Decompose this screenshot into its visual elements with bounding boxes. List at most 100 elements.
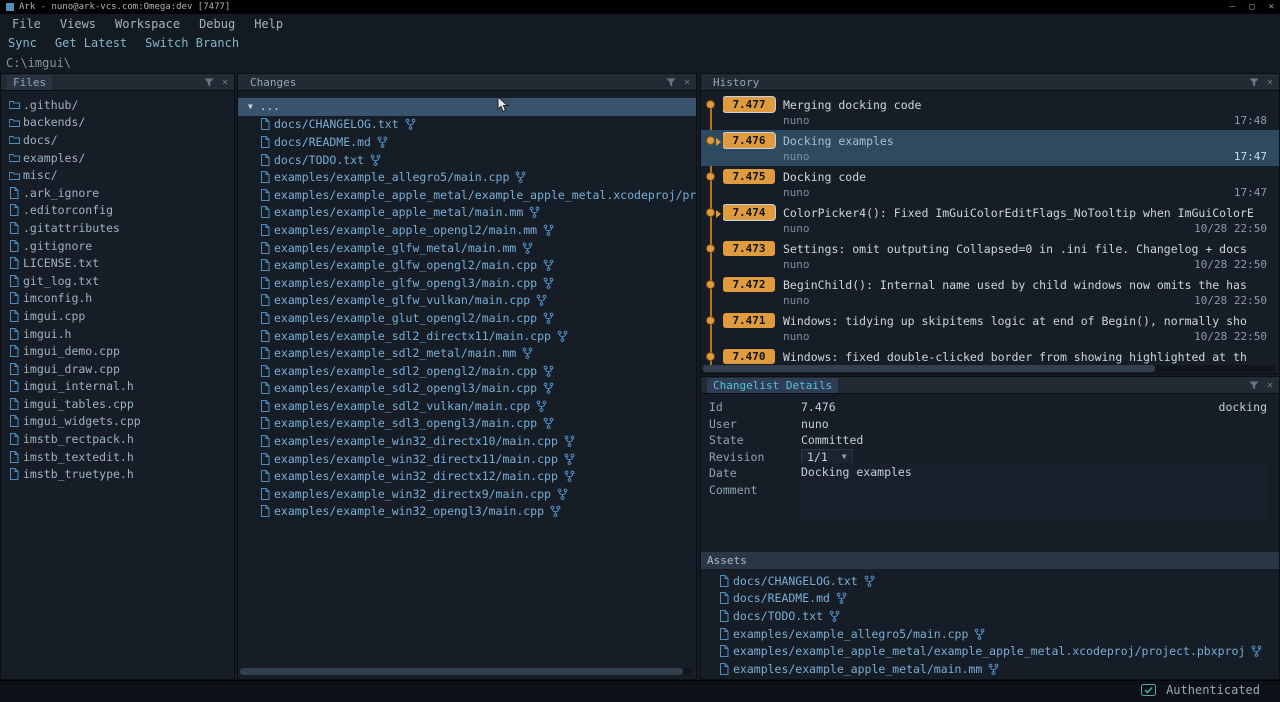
history-entry[interactable]: 7.476Docking examplesnuno17:47 [701, 130, 1279, 166]
menu-debug[interactable]: Debug [199, 17, 235, 31]
files-panel-close-icon[interactable]: ✕ [222, 77, 228, 88]
toolbar-button-get-latest[interactable]: Get Latest [55, 36, 127, 50]
file-tree-item[interactable]: git_log.txt [1, 272, 234, 290]
file-tree-item[interactable]: docs/ [1, 131, 234, 149]
changed-file-row[interactable]: examples/example_glut_opengl2/main.cpp [238, 309, 696, 327]
changed-file-row[interactable]: examples/example_apple_metal/example_app… [238, 186, 696, 204]
close-button[interactable]: ✕ [1269, 2, 1274, 12]
revision-badge[interactable]: 7.471 [723, 313, 775, 328]
comment-field[interactable]: Docking examples [801, 463, 1267, 521]
file-name: backends/ [23, 115, 85, 129]
changes-root-row[interactable]: ▼... [238, 98, 696, 116]
file-tree-item[interactable]: imgui_draw.cpp [1, 360, 234, 378]
changed-file-row[interactable]: examples/example_glfw_opengl2/main.cpp [238, 256, 696, 274]
file-tree-item[interactable]: imgui.cpp [1, 307, 234, 325]
changed-file-row[interactable]: examples/example_win32_directx11/main.cp… [238, 450, 696, 468]
file-tree-item[interactable]: .github/ [1, 96, 234, 114]
menu-file[interactable]: File [12, 17, 41, 31]
file-tree-item[interactable]: imgui_widgets.cpp [1, 413, 234, 431]
changes-panel-close-icon[interactable]: ✕ [684, 77, 690, 88]
revision-badge[interactable]: 7.475 [723, 169, 775, 184]
asset-row[interactable]: docs/README.md [701, 590, 1279, 608]
changed-file-row[interactable]: docs/README.md [238, 133, 696, 151]
file-tree-item[interactable]: examples/ [1, 149, 234, 167]
changed-file-row[interactable]: examples/example_sdl2_directx11/main.cpp [238, 327, 696, 345]
files-filter-icon[interactable] [204, 78, 214, 87]
details-filter-icon[interactable] [1249, 381, 1259, 390]
history-entry[interactable]: 7.475Docking codenuno17:47 [701, 166, 1279, 202]
file-icon [9, 415, 23, 427]
menu-views[interactable]: Views [60, 17, 96, 31]
changes-horizontal-scrollbar[interactable] [240, 668, 692, 675]
changed-file-row[interactable]: examples/example_apple_opengl2/main.mm [238, 221, 696, 239]
minimize-button[interactable]: – [1230, 2, 1235, 12]
changed-file-row[interactable]: examples/example_glfw_metal/main.mm [238, 239, 696, 257]
toolbar-button-switch-branch[interactable]: Switch Branch [145, 36, 239, 50]
asset-row[interactable]: examples/example_apple_metal/main.mm [701, 660, 1279, 678]
file-tree-item[interactable]: imconfig.h [1, 290, 234, 308]
revision-dropdown[interactable]: 1/1▼ [801, 449, 853, 464]
revision-badge[interactable]: 7.476 [723, 133, 775, 148]
asset-row[interactable]: docs/TODO.txt [701, 607, 1279, 625]
file-tree-item[interactable]: imgui_internal.h [1, 378, 234, 396]
changed-file-row[interactable]: examples/example_win32_directx10/main.cp… [238, 432, 696, 450]
changed-file-row[interactable]: examples/example_sdl3_opengl3/main.cpp [238, 415, 696, 433]
revision-badge[interactable]: 7.473 [723, 241, 775, 256]
changed-file-row[interactable]: examples/example_glfw_vulkan/main.cpp [238, 292, 696, 310]
changed-file-row[interactable]: examples/example_win32_opengl3/main.cpp [238, 503, 696, 521]
file-tree-item[interactable]: .editorconfig [1, 202, 234, 220]
changed-file-row[interactable]: examples/example_win32_directx9/main.cpp [238, 485, 696, 503]
changed-file-row[interactable]: examples/example_apple_metal/main.mm [238, 204, 696, 222]
merge-marker-icon [716, 138, 721, 146]
history-entry[interactable]: 7.477Merging docking codenuno17:48 [701, 94, 1279, 130]
details-panel-close-icon[interactable]: ✕ [1267, 380, 1273, 391]
asset-row[interactable]: examples/example_allegro5/main.cpp [701, 625, 1279, 643]
history-horizontal-scrollbar[interactable] [703, 365, 1275, 372]
asset-row[interactable]: examples/example_apple_metal/example_app… [701, 642, 1279, 660]
path-bar: C:\imgui\ [0, 53, 1280, 73]
asset-row[interactable]: docs/CHANGELOG.txt [701, 572, 1279, 590]
file-tree-item[interactable]: misc/ [1, 166, 234, 184]
file-tree-item[interactable]: .ark_ignore [1, 184, 234, 202]
toolbar-button-sync[interactable]: Sync [8, 36, 37, 50]
file-tree-item[interactable]: .gitattributes [1, 219, 234, 237]
file-tree-item[interactable]: imstb_truetype.h [1, 465, 234, 483]
file-tree-item[interactable]: .gitignore [1, 237, 234, 255]
maximize-button[interactable]: ▢ [1249, 2, 1254, 12]
file-tree-item[interactable]: imstb_rectpack.h [1, 430, 234, 448]
history-panel-close-icon[interactable]: ✕ [1267, 77, 1273, 88]
history-entry[interactable]: 7.474ColorPicker4(): Fixed ImGuiColorEdi… [701, 202, 1279, 238]
file-tree-item[interactable]: imgui_tables.cpp [1, 395, 234, 413]
menu-workspace[interactable]: Workspace [115, 17, 180, 31]
file-tree-item[interactable]: imgui.h [1, 325, 234, 343]
revision-badge[interactable]: 7.474 [723, 205, 775, 220]
history-entry[interactable]: 7.472BeginChild(): Internal name used by… [701, 274, 1279, 310]
changed-file-row[interactable]: docs/CHANGELOG.txt [238, 116, 696, 134]
file-tree-item[interactable]: backends/ [1, 114, 234, 132]
expand-icon[interactable]: ▼ [248, 102, 253, 111]
changed-file-row[interactable]: examples/example_sdl2_metal/main.mm [238, 344, 696, 362]
file-icon [260, 470, 274, 482]
commit-comment: Docking code [783, 170, 866, 184]
file-tree-item[interactable]: imstb_textedit.h [1, 448, 234, 466]
changed-file-row[interactable]: examples/example_sdl2_opengl3/main.cpp [238, 380, 696, 398]
changes-filter-icon[interactable] [666, 78, 676, 87]
changed-file-row[interactable]: examples/example_sdl2_opengl2/main.cpp [238, 362, 696, 380]
asset-path: docs/CHANGELOG.txt [733, 574, 858, 588]
changed-file-row[interactable]: docs/TODO.txt [238, 151, 696, 169]
history-filter-icon[interactable] [1249, 78, 1259, 87]
revision-badge[interactable]: 7.477 [723, 97, 775, 112]
file-tree-item[interactable]: imgui_demo.cpp [1, 342, 234, 360]
changed-file-row[interactable]: examples/example_sdl2_vulkan/main.cpp [238, 397, 696, 415]
file-icon [9, 328, 23, 340]
menu-help[interactable]: Help [254, 17, 283, 31]
history-entry[interactable]: 7.471Windows: tidying up skipitems logic… [701, 310, 1279, 346]
history-entry[interactable]: 7.473Settings: omit outputing Collapsed=… [701, 238, 1279, 274]
revision-badge[interactable]: 7.470 [723, 349, 775, 364]
changed-file-row[interactable]: examples/example_win32_directx12/main.cp… [238, 467, 696, 485]
changed-file-row[interactable]: examples/example_glfw_opengl3/main.cpp [238, 274, 696, 292]
changed-file-row[interactable]: examples/example_allegro5/main.cpp [238, 168, 696, 186]
file-tree-item[interactable]: LICENSE.txt [1, 254, 234, 272]
revision-badge[interactable]: 7.472 [723, 277, 775, 292]
history-entry[interactable]: 7.470Windows: fixed double-clicked borde… [701, 346, 1279, 365]
